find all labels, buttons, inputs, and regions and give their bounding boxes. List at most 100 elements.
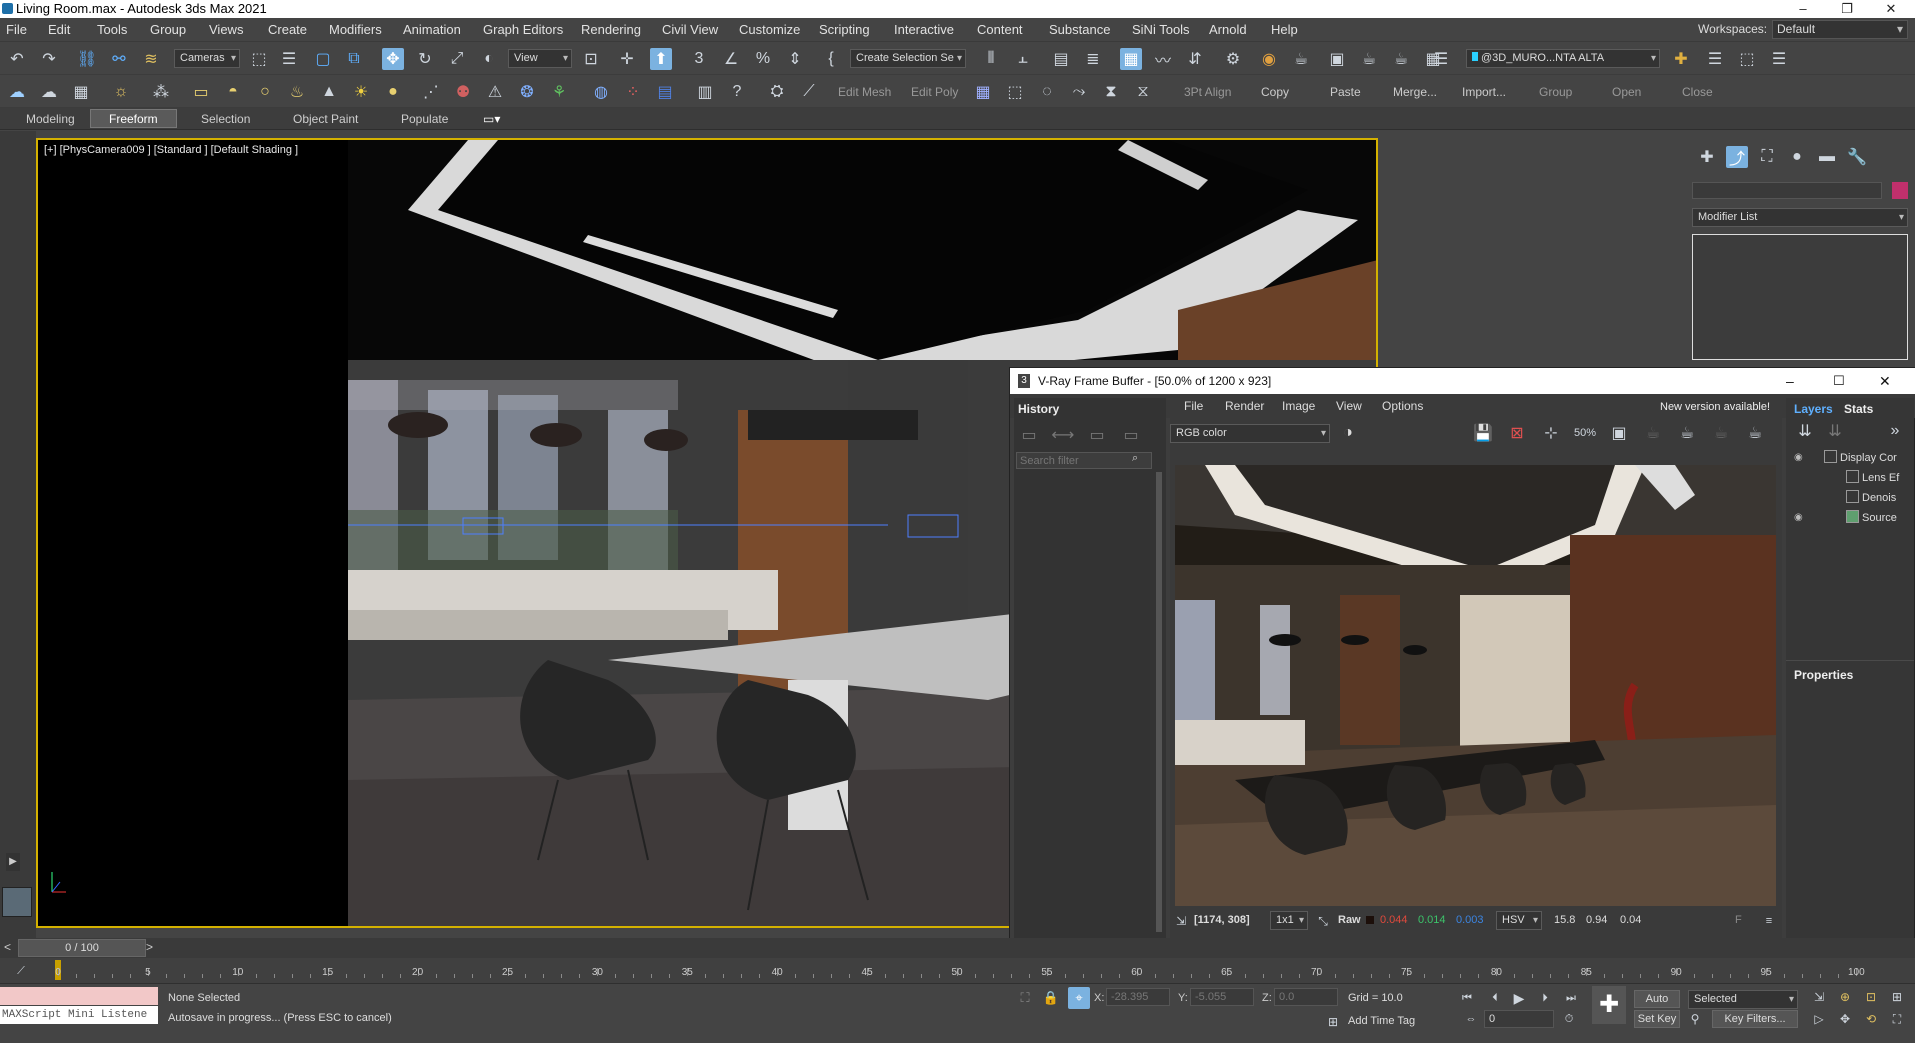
motion-panel-icon[interactable]: ● — [1786, 146, 1808, 168]
tab-populate[interactable]: Populate — [401, 112, 448, 126]
time-tag-icon[interactable]: ⊞ — [1322, 1011, 1344, 1033]
sphere-light-icon[interactable]: ○ — [254, 81, 276, 103]
cameras-dropdown[interactable]: Cameras — [174, 49, 240, 68]
add-selection-to-layer-icon[interactable]: ☰ — [1704, 48, 1726, 70]
pin-icon[interactable]: ⇲ — [1170, 910, 1192, 932]
percent-snap-icon[interactable]: % — [752, 48, 774, 70]
maxscript-listener-pink[interactable] — [0, 987, 158, 1005]
history-scrollbar[interactable] — [1156, 472, 1162, 932]
key-mode-dropdown[interactable]: Selected — [1688, 990, 1798, 1009]
select-place-icon[interactable]: ◐ — [478, 48, 500, 70]
save-image-icon[interactable]: 💾 — [1472, 422, 1494, 444]
history-save-icon[interactable]: ▭ — [1018, 424, 1040, 446]
spinner-snap-icon[interactable]: ⇕ — [784, 48, 806, 70]
ies-light-icon[interactable]: ♨ — [286, 81, 308, 103]
vfb-menu-options[interactable]: Options — [1382, 399, 1423, 413]
rect-selection-icon[interactable]: ▢ — [312, 48, 334, 70]
edit-poly-icon[interactable]: ⟋ — [798, 81, 820, 103]
vray-toolbar-icon[interactable]: ▥ — [694, 81, 716, 103]
sun-light-icon[interactable]: ☀ — [350, 81, 372, 103]
menu-content[interactable]: Content — [977, 22, 1023, 37]
layer-explorer-icon[interactable]: ≣ — [1082, 48, 1104, 70]
multi-sub-icon[interactable]: ⁘ — [622, 81, 644, 103]
key-mode-toggle-icon[interactable]: ⇔ — [1460, 1008, 1482, 1030]
history-ab-icon[interactable]: ⟷ — [1052, 424, 1075, 446]
vfb-menu-file[interactable]: File — [1184, 399, 1203, 413]
ambient-light-icon[interactable]: ● — [382, 81, 404, 103]
zoom-extents-icon[interactable]: ⊡ — [1860, 986, 1882, 1008]
window-crossing-icon[interactable]: ⧉ — [343, 48, 365, 70]
layer-lens-effects[interactable]: Lens Ef — [1862, 472, 1899, 484]
mirror-icon[interactable]: ⫴ — [980, 48, 1002, 70]
go-to-start-icon[interactable]: ⏮ — [1456, 987, 1478, 1009]
ribbon-toggle-icon[interactable]: ▦ — [1120, 48, 1142, 70]
volume-grid-icon[interactable]: ❂ — [516, 81, 538, 103]
open-label[interactable]: Open — [1612, 85, 1641, 99]
zoom-extents-all-icon[interactable]: ⊞ — [1886, 986, 1908, 1008]
xform-icon[interactable]: ⧗ — [1100, 81, 1122, 103]
import-label[interactable]: Import... — [1462, 85, 1506, 99]
viewport-layout-icon[interactable] — [2, 887, 32, 917]
tab-layers[interactable]: Layers — [1794, 402, 1833, 416]
menu-help[interactable]: Help — [1271, 22, 1298, 37]
x-coordinate-field[interactable]: -28.395 — [1106, 988, 1170, 1006]
teapot-icon[interactable]: ☁ — [6, 81, 28, 103]
edit-named-sets-icon[interactable]: { — [820, 48, 842, 70]
layer-denoiser[interactable]: Denois — [1862, 492, 1896, 504]
tab-freeform[interactable]: Freeform — [90, 109, 177, 128]
menu-edit[interactable]: Edit — [48, 22, 70, 37]
hierarchy-panel-icon[interactable]: ⛶ — [1756, 146, 1778, 168]
history-remove-icon[interactable]: ▭ — [1120, 424, 1142, 446]
menu-interactive[interactable]: Interactive — [894, 22, 954, 37]
vfb-maximize-button[interactable]: ☐ — [1833, 368, 1845, 394]
zoom-all-icon[interactable]: ⊕ — [1834, 986, 1856, 1008]
start-render-icon[interactable]: ☕ — [1744, 422, 1766, 444]
vfb-close-button[interactable]: ✕ — [1879, 368, 1891, 394]
isolate-selection-icon[interactable]: ⛶ — [1014, 987, 1036, 1009]
vfb-settings-icon[interactable]: ≡ — [1758, 910, 1780, 932]
menu-scripting[interactable]: Scripting — [819, 22, 870, 37]
align-icon[interactable]: ⫠ — [1012, 48, 1034, 70]
proxy-icon[interactable]: ⚉ — [452, 81, 474, 103]
expand-arrow-icon[interactable]: ▶ — [6, 853, 20, 871]
plane-icon[interactable]: ▭ — [190, 81, 212, 103]
bind-space-warp-icon[interactable]: ≋ — [140, 48, 162, 70]
set-key-big-button[interactable]: ✚ — [1592, 986, 1626, 1024]
search-icon[interactable]: ⌕ — [1132, 452, 1138, 465]
scene-explorer-icon[interactable]: ▤ — [1050, 48, 1072, 70]
modify-panel-icon[interactable]: ⤴ — [1726, 146, 1748, 168]
viewport-label[interactable]: [+] [PhysCamera009 ] [Standard ] [Defaul… — [44, 144, 298, 156]
close-label[interactable]: Close — [1682, 85, 1713, 99]
restore-button[interactable]: ❐ — [1825, 0, 1869, 18]
previous-frame-icon[interactable]: ⏴ — [1484, 987, 1506, 1009]
zoom-mode-dropdown[interactable]: 1x1 — [1270, 911, 1308, 930]
play-icon[interactable]: ▶ — [1508, 987, 1530, 1009]
reset-xform-icon[interactable]: ⧖ — [1132, 81, 1154, 103]
edit-mesh-icon[interactable]: ⛭ — [766, 81, 788, 103]
zoom-50-icon[interactable]: 50% — [1574, 422, 1596, 444]
select-objects-in-layer-icon[interactable]: ⬚ — [1736, 48, 1758, 70]
dope-sheet-icon[interactable]: ⇵ — [1184, 48, 1206, 70]
help-icon[interactable]: ? — [726, 81, 748, 103]
unlink-icon[interactable]: ⚯ — [108, 48, 130, 70]
image-plane-icon[interactable]: ▦ — [70, 81, 92, 103]
edit-poly-label[interactable]: Edit Poly — [911, 85, 958, 99]
menu-animation[interactable]: Animation — [403, 22, 461, 37]
current-frame-field[interactable]: 0 — [1484, 1010, 1554, 1028]
circle-select-icon[interactable]: ◌ — [1036, 81, 1058, 103]
bounding-box-icon[interactable]: ⬚ — [1004, 81, 1026, 103]
tab-stats[interactable]: Stats — [1844, 402, 1873, 416]
field-of-view-icon[interactable]: ▷ — [1808, 1008, 1830, 1030]
vfb-menu-image[interactable]: Image — [1282, 399, 1315, 413]
vfb-menu-render[interactable]: Render — [1225, 399, 1264, 413]
current-layer-dropdown[interactable]: @3D_MURO...NTA ALTA — [1466, 49, 1660, 68]
undo-icon[interactable]: ↶ — [6, 48, 28, 70]
curve-editor-icon[interactable]: 〰 — [1152, 48, 1174, 70]
render-production-icon[interactable]: ☕ — [1358, 48, 1380, 70]
add-time-tag[interactable]: Add Time Tag — [1348, 1015, 1415, 1027]
menu-tools[interactable]: Tools — [97, 22, 127, 37]
schematic-view-icon[interactable]: ⚙ — [1222, 48, 1244, 70]
path-icon[interactable]: ⤳ — [1068, 81, 1090, 103]
display-panel-icon[interactable]: ▬ — [1816, 146, 1838, 168]
menu-create[interactable]: Create — [268, 22, 307, 37]
